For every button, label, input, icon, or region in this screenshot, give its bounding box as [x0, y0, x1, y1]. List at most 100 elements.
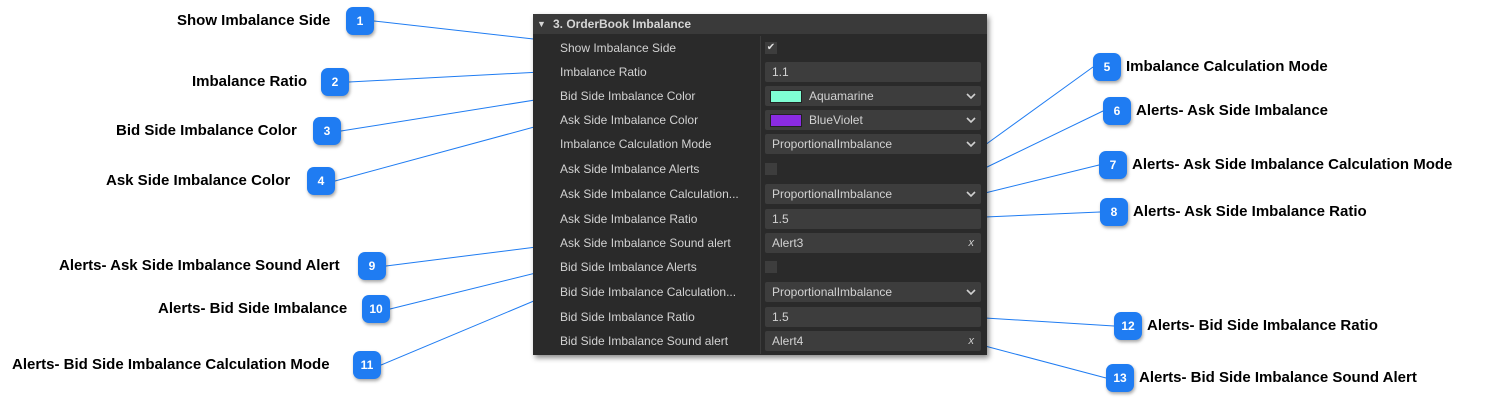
field-value: ProportionalImbalance: [772, 285, 893, 299]
callout-badge-8: 8: [1100, 198, 1128, 226]
property-label: Ask Side Imbalance Ratio: [560, 212, 698, 226]
checkbox[interactable]: ✔: [765, 42, 777, 54]
callout-line-5: [984, 66, 1094, 146]
callout-badge-1: 1: [346, 7, 374, 35]
callout-label: Alerts- Bid Side Imbalance Calculation M…: [12, 356, 330, 373]
value-input[interactable]: 1.5: [765, 209, 981, 229]
callout-badge-3: 3: [313, 117, 341, 145]
callout-number: 8: [1100, 198, 1128, 226]
section-header[interactable]: ▼ 3. OrderBook Imbalance: [533, 14, 987, 34]
callout-badge-12: 12: [1114, 312, 1142, 340]
property-row: Bid Side Imbalance Calculation... Proport…: [533, 280, 987, 304]
field-value: BlueViolet: [809, 113, 863, 127]
property-label: Bid Side Imbalance Sound alert: [560, 334, 729, 348]
field-value: ProportionalImbalance: [772, 187, 893, 201]
callout-line-3: [340, 95, 561, 132]
collapse-triangle-icon[interactable]: ▼: [537, 14, 546, 34]
callout-label: Alerts- Bid Side Imbalance Sound Alert: [1139, 369, 1417, 386]
property-row: Ask Side Imbalance Calculation... Proport…: [533, 182, 987, 206]
callout-number: 9: [358, 252, 386, 280]
property-label: Ask Side Imbalance Color: [560, 113, 699, 127]
callout-label: Imbalance Ratio: [192, 73, 308, 90]
property-label: Bid Side Imbalance Ratio: [560, 310, 695, 324]
callout-badge-13: 13: [1106, 364, 1134, 392]
checkbox[interactable]: [765, 163, 777, 175]
property-label: Imbalance Calculation Mode: [560, 137, 712, 151]
callout-line-7: [984, 164, 1100, 194]
sound-file-input[interactable]: Alert4 x: [765, 331, 981, 351]
callout-line-6: [984, 110, 1104, 169]
field-value: ProportionalImbalance: [772, 137, 893, 151]
clear-icon[interactable]: x: [969, 331, 975, 351]
callout-number: 6: [1103, 97, 1131, 125]
chevron-down-icon: [966, 141, 976, 148]
checkbox[interactable]: [765, 261, 777, 273]
color-picker-select[interactable]: BlueViolet: [765, 110, 981, 130]
callout-label: Bid Side Imbalance Color: [116, 122, 297, 139]
callout-line-4: [334, 119, 561, 182]
color-picker-select[interactable]: Aquamarine: [765, 86, 981, 106]
callout-badge-5: 5: [1093, 53, 1121, 81]
field-value: Alert4: [772, 334, 804, 348]
callout-badge-7: 7: [1099, 151, 1127, 179]
property-row: Ask Side Imbalance Ratio 1.5: [533, 207, 987, 231]
callout-number: 2: [321, 68, 349, 96]
callout-label: Alerts- Ask Side Imbalance Sound Alert: [59, 257, 340, 274]
field-value: Alert3: [772, 236, 804, 250]
property-row: Bid Side Imbalance Alerts: [533, 255, 987, 279]
dropdown-select[interactable]: ProportionalImbalance: [765, 184, 981, 204]
callout-line-13: [984, 345, 1107, 379]
sound-file-input[interactable]: Alert3 x: [765, 233, 981, 253]
callout-label: Show Imbalance Side: [177, 12, 331, 29]
property-label: Bid Side Imbalance Color: [560, 89, 696, 103]
callout-number: 1: [346, 7, 374, 35]
callout-label: Alerts- Bid Side Imbalance: [158, 300, 348, 317]
callout-label: Alerts- Ask Side Imbalance Ratio: [1133, 203, 1367, 220]
color-swatch: [770, 114, 802, 127]
chevron-down-icon: [966, 289, 976, 296]
callout-number: 10: [362, 295, 390, 323]
callout-line-12: [984, 317, 1115, 327]
properties-panel: ▼ 3. OrderBook Imbalance Show Imbalance …: [533, 14, 987, 355]
callout-badge-6: 6: [1103, 97, 1131, 125]
property-row: Imbalance Ratio 1.1: [533, 60, 987, 84]
property-row: Show Imbalance Side ✔: [533, 36, 987, 60]
callout-number: 13: [1106, 364, 1134, 392]
callout-badge-11: 11: [353, 351, 381, 379]
property-row: Ask Side Imbalance Color BlueViolet: [533, 108, 987, 132]
callout-badge-2: 2: [321, 68, 349, 96]
property-label: Ask Side Imbalance Sound alert: [560, 236, 731, 250]
section-title: 3. OrderBook Imbalance: [553, 17, 692, 31]
property-label: Imbalance Ratio: [560, 65, 647, 79]
property-label: Show Imbalance Side: [560, 41, 677, 55]
property-row: Bid Side Imbalance Ratio 1.5: [533, 305, 987, 329]
checkmark-icon: ✔: [766, 42, 776, 53]
property-row: Bid Side Imbalance Color Aquamarine: [533, 84, 987, 108]
dropdown-select[interactable]: ProportionalImbalance: [765, 282, 981, 302]
value-input[interactable]: 1.5: [765, 307, 981, 327]
field-value: 1.5: [772, 310, 789, 324]
property-label: Ask Side Imbalance Calculation...: [560, 187, 739, 201]
callout-number: 11: [353, 351, 381, 379]
callout-number: 4: [307, 167, 335, 195]
callout-number: 12: [1114, 312, 1142, 340]
callout-label: Imbalance Calculation Mode: [1126, 58, 1328, 75]
field-value: Aquamarine: [809, 89, 874, 103]
clear-icon[interactable]: x: [969, 233, 975, 253]
property-row: Bid Side Imbalance Sound alert Alert4 x: [533, 329, 987, 353]
callout-label: Alerts- Ask Side Imbalance Calculation M…: [1132, 156, 1453, 173]
callout-label: Alerts- Ask Side Imbalance: [1136, 102, 1329, 119]
dropdown-select[interactable]: ProportionalImbalance: [765, 134, 981, 154]
callout-badge-9: 9: [358, 252, 386, 280]
callout-badge-10: 10: [362, 295, 390, 323]
callout-line-8: [984, 211, 1101, 218]
property-row: Imbalance Calculation Mode ProportionalIm…: [533, 132, 987, 156]
value-input[interactable]: 1.1: [765, 62, 981, 82]
callout-label: Ask Side Imbalance Color: [106, 172, 291, 189]
property-label: Bid Side Imbalance Calculation...: [560, 285, 737, 299]
field-value: 1.5: [772, 212, 789, 226]
callout-label: Alerts- Bid Side Imbalance Ratio: [1147, 317, 1378, 334]
chevron-down-icon: [966, 191, 976, 198]
callout-line-2: [348, 70, 561, 83]
property-label: Bid Side Imbalance Alerts: [560, 260, 697, 274]
